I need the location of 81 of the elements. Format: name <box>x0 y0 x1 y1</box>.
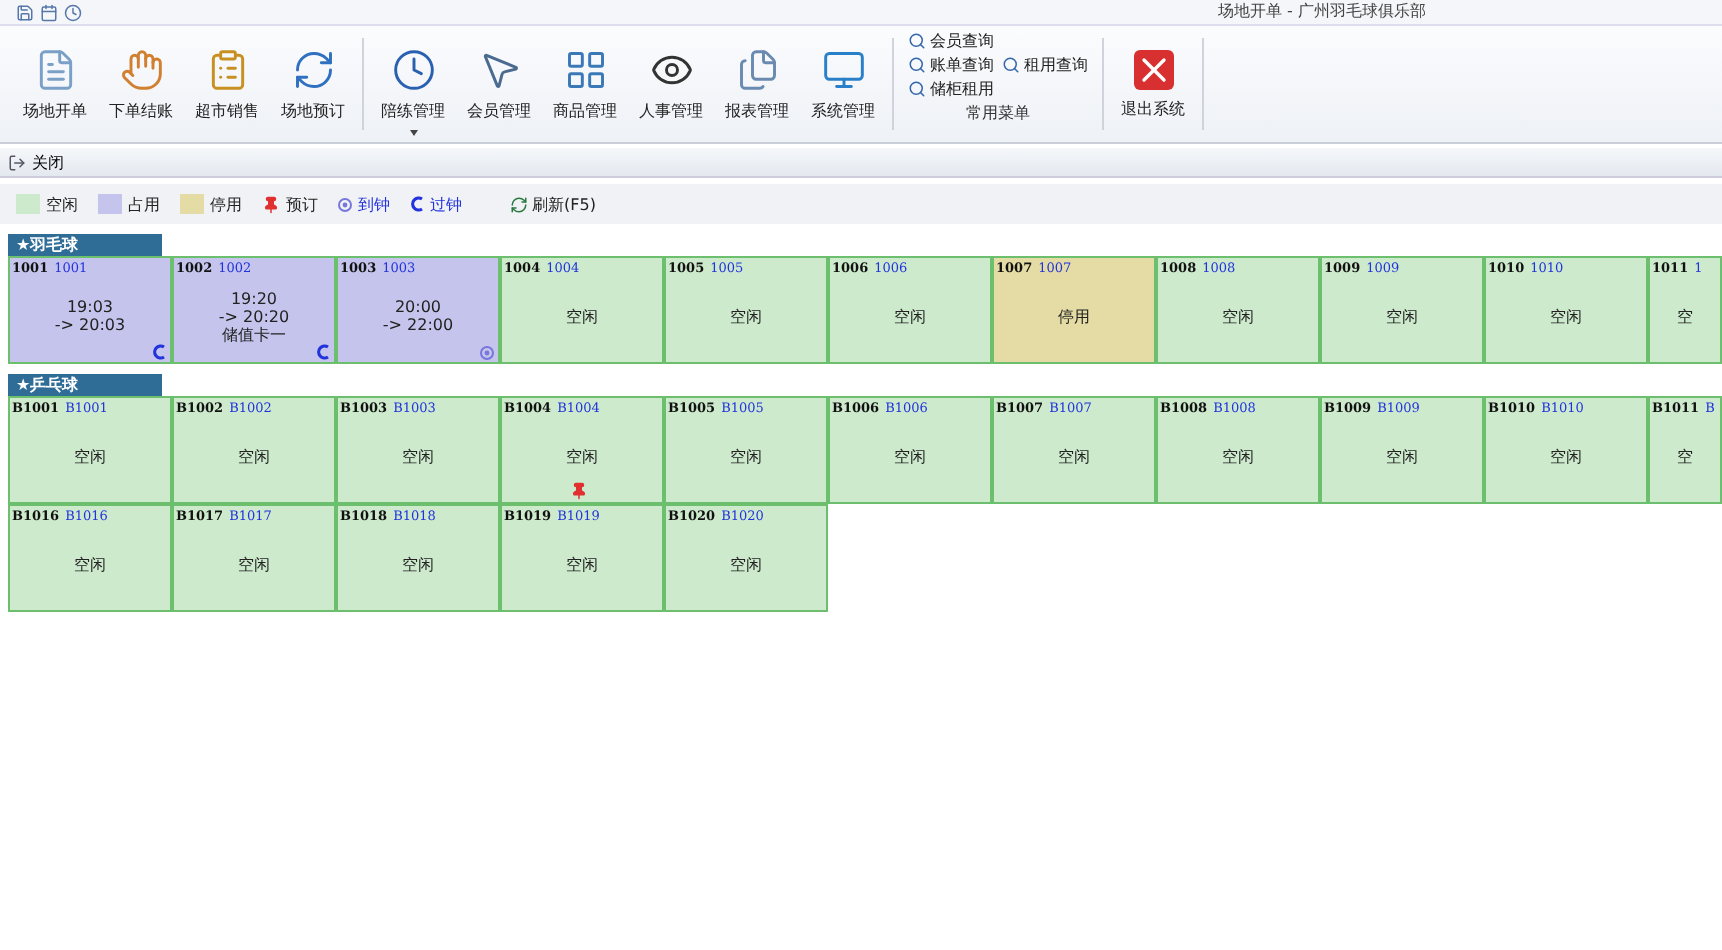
court-status: -> 22:00 <box>382 316 454 334</box>
court-status: 空闲 <box>1386 447 1418 465</box>
close-button[interactable]: 关闭 <box>8 151 64 173</box>
hand-icon <box>119 47 163 91</box>
toolbar-button[interactable]: 系统管理 <box>800 26 886 142</box>
legend-label: 停用 <box>210 193 242 215</box>
legend-label: 到钟 <box>358 193 390 215</box>
court-status: -> 20:20 <box>218 307 290 325</box>
court-status: 19:03 <box>66 298 114 316</box>
court-status: 空闲 <box>74 555 106 573</box>
court-status: 20:00 <box>394 298 442 316</box>
toolbar-button[interactable]: 场地预订 <box>270 26 356 142</box>
court-status: -> 20:03 <box>54 316 126 334</box>
court-status: 19:20 <box>230 289 278 307</box>
search-icon <box>908 32 926 50</box>
window-title: 场地开单 - 广州羽毛球俱乐部 <box>1218 2 1426 22</box>
pin-icon <box>570 482 588 500</box>
section-header: ★羽毛球 <box>8 234 162 256</box>
group-label: 常用菜单 <box>964 102 1032 124</box>
refresh-button[interactable]: 刷新(F5) <box>510 193 596 215</box>
court-status: 停用 <box>1058 307 1090 325</box>
court-status: 空闲 <box>74 447 106 465</box>
court-status: 空闲 <box>894 307 926 325</box>
search-icon <box>908 56 926 74</box>
c-icon <box>152 344 166 360</box>
menu-link[interactable]: 账单查询 <box>908 54 994 76</box>
court-status: 空闲 <box>730 555 762 573</box>
target-icon <box>480 346 494 360</box>
toolbar-button[interactable]: 会员管理 <box>456 26 542 142</box>
section-header: ★乒乓球 <box>8 374 162 396</box>
court-status: 空闲 <box>1222 307 1254 325</box>
court-status: 空闲 <box>238 447 270 465</box>
refresh-icon <box>510 195 528 213</box>
toolbar-button[interactable]: 下单结账 <box>98 26 184 142</box>
legend-label: 过钟 <box>430 193 462 215</box>
exit-icon <box>8 153 26 171</box>
court-status: 空闲 <box>566 447 598 465</box>
court-status: 空闲 <box>1386 307 1418 325</box>
court-status: 空闲 <box>1550 447 1582 465</box>
c-icon <box>316 344 330 360</box>
close-icon <box>1133 49 1173 89</box>
court-status: 空 <box>1677 307 1693 325</box>
c-icon <box>410 196 424 212</box>
pin-icon <box>262 195 280 213</box>
exit-button[interactable]: 退出系统 <box>1110 26 1196 142</box>
toolbar-button[interactable]: 陪练管理 <box>370 26 456 142</box>
search-icon <box>908 80 926 98</box>
toolbar-button[interactable]: 场地开单 <box>12 26 98 142</box>
menu-link[interactable]: 租用查询 <box>1002 54 1088 76</box>
clock-icon[interactable] <box>64 3 82 21</box>
menu-link[interactable]: 储柜租用 <box>908 78 994 100</box>
refresh-icon <box>291 47 335 91</box>
monitor-icon <box>821 47 865 91</box>
court-status: 空闲 <box>894 447 926 465</box>
legend-label: 占用 <box>128 193 160 215</box>
clock-icon <box>391 47 435 91</box>
save-icon[interactable] <box>16 3 34 21</box>
target-icon <box>338 197 352 211</box>
court-status: 空闲 <box>1550 307 1582 325</box>
court-status: 空闲 <box>566 555 598 573</box>
toolbar-button[interactable]: 人事管理 <box>628 26 714 142</box>
court-status: 空闲 <box>402 447 434 465</box>
court-status: 储值卡一 <box>222 325 286 343</box>
legend-label: 预订 <box>286 193 318 215</box>
legend-label: 空闲 <box>46 193 78 215</box>
toolbar-button[interactable]: 商品管理 <box>542 26 628 142</box>
court-status: 空闲 <box>238 555 270 573</box>
court-status: 空闲 <box>730 447 762 465</box>
toolbar-button[interactable]: 超市销售 <box>184 26 270 142</box>
court-status: 空闲 <box>402 555 434 573</box>
grid-icon <box>563 47 607 91</box>
court-status: 空闲 <box>566 307 598 325</box>
calendar-icon[interactable] <box>40 3 58 21</box>
court-status: 空闲 <box>1058 447 1090 465</box>
menu-link[interactable]: 会员查询 <box>908 30 994 52</box>
search-icon <box>1002 56 1020 74</box>
court-status: 空闲 <box>730 307 762 325</box>
court-status: 空 <box>1677 447 1693 465</box>
toolbar-button[interactable]: 报表管理 <box>714 26 800 142</box>
files-icon <box>735 47 779 91</box>
court-status: 空闲 <box>1222 447 1254 465</box>
